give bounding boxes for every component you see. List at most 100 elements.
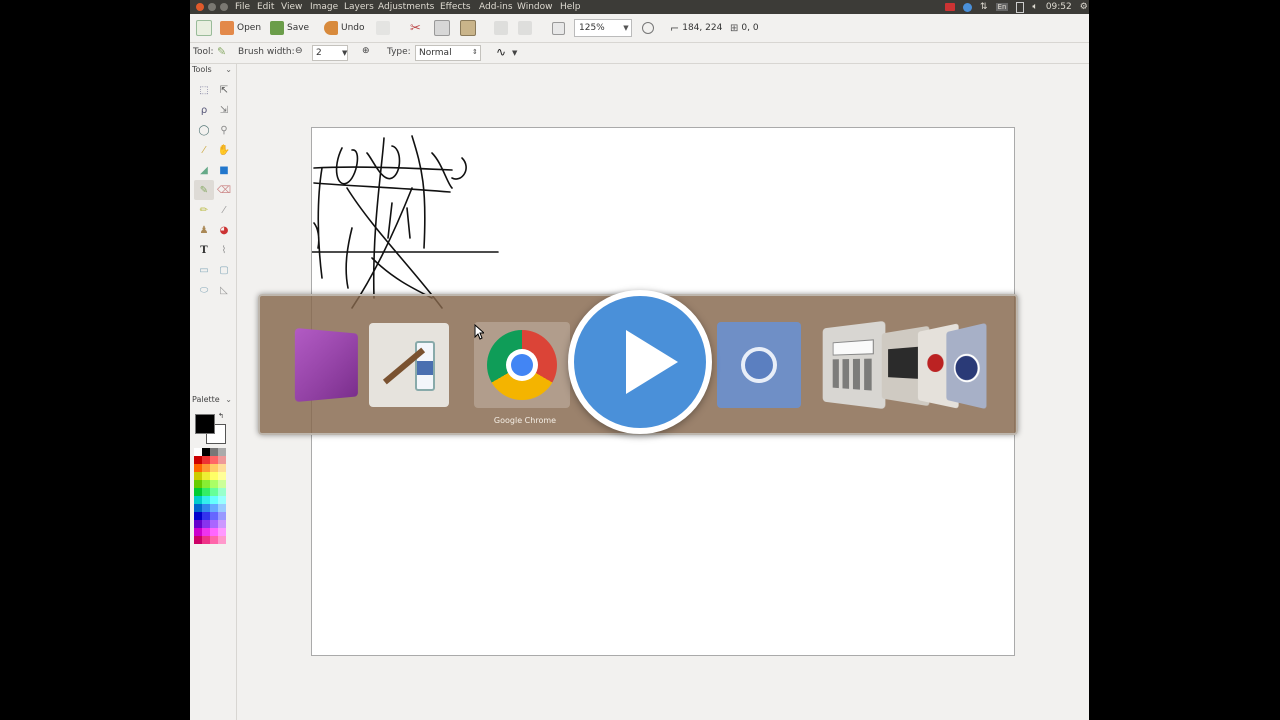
- menu-adjustments[interactable]: Adjustments: [378, 2, 434, 12]
- minimize-window-button[interactable]: [208, 3, 216, 11]
- palette-swatch[interactable]: [210, 472, 218, 480]
- palette-swatch[interactable]: [194, 504, 202, 512]
- brush-type-updown-icon[interactable]: ⇕: [472, 48, 478, 56]
- paintbrush-tool-icon[interactable]: ✎: [217, 45, 226, 58]
- palette-swatch[interactable]: [210, 480, 218, 488]
- color-palette[interactable]: [194, 448, 226, 544]
- palette-swatch[interactable]: [202, 488, 210, 496]
- palette-swatch[interactable]: [202, 464, 210, 472]
- palette-swatch[interactable]: [210, 520, 218, 528]
- palette-swatch[interactable]: [194, 488, 202, 496]
- menu-help[interactable]: Help: [560, 2, 581, 12]
- palette-swatch[interactable]: [202, 504, 210, 512]
- camera-icon[interactable]: [945, 3, 955, 11]
- palette-swatch[interactable]: [194, 448, 202, 456]
- palette-swatch[interactable]: [210, 512, 218, 520]
- palette-swatch[interactable]: [202, 456, 210, 464]
- palette-swatch[interactable]: [218, 520, 226, 528]
- clone-stamp-icon[interactable]: ♟: [194, 220, 214, 240]
- menu-edit[interactable]: Edit: [257, 2, 274, 12]
- palette-swatch[interactable]: [202, 448, 210, 456]
- palette-swatch[interactable]: [210, 456, 218, 464]
- palette-swatch[interactable]: [194, 480, 202, 488]
- palette-swatch[interactable]: [194, 496, 202, 504]
- gradient-icon[interactable]: ■: [214, 160, 234, 180]
- palette-swatch[interactable]: [202, 512, 210, 520]
- rectangle-shape-icon[interactable]: ▭: [194, 260, 214, 280]
- tools-panel-chevron-icon[interactable]: ⌄: [225, 65, 232, 74]
- line-curve-icon[interactable]: ⌇: [214, 240, 234, 260]
- primary-color-swatch[interactable]: [195, 414, 215, 434]
- palette-swatch[interactable]: [210, 528, 218, 536]
- ellipse-shape-icon[interactable]: ⬭: [194, 280, 214, 300]
- paintbrush-icon[interactable]: ✎: [194, 180, 214, 200]
- magic-wand-icon[interactable]: ⁄: [194, 140, 214, 160]
- palette-swatch[interactable]: [194, 520, 202, 528]
- color-picker-icon[interactable]: ⁄: [214, 200, 234, 220]
- palette-swatch[interactable]: [210, 464, 218, 472]
- battery-icon[interactable]: [1016, 1, 1025, 13]
- rounded-rectangle-icon[interactable]: ▢: [214, 260, 234, 280]
- image-list-button[interactable]: [552, 20, 565, 36]
- palette-swatch[interactable]: [218, 472, 226, 480]
- palette-swatch[interactable]: [210, 448, 218, 456]
- decrease-width-icon[interactable]: ⊖: [295, 46, 303, 56]
- palette-swatch[interactable]: [202, 520, 210, 528]
- antialiasing-chevron-down-icon[interactable]: ▼: [512, 49, 517, 57]
- maximize-window-button[interactable]: [220, 3, 228, 11]
- switcher-app-paint[interactable]: [366, 322, 452, 408]
- chrome-tray-icon[interactable]: [963, 2, 972, 12]
- palette-swatch[interactable]: [218, 504, 226, 512]
- eraser-icon[interactable]: ⌫: [214, 180, 234, 200]
- palette-swatch[interactable]: [202, 496, 210, 504]
- menu-image[interactable]: Image: [310, 2, 338, 12]
- brush-width-chevron-down-icon[interactable]: ▼: [342, 49, 347, 57]
- text-tool-icon[interactable]: T: [194, 240, 214, 260]
- rectangle-select-icon[interactable]: ⬚: [194, 80, 214, 100]
- palette-swatch[interactable]: [218, 488, 226, 496]
- move-selection-icon[interactable]: ⇲: [214, 100, 234, 120]
- palette-swatch[interactable]: [194, 464, 202, 472]
- clock[interactable]: 09:52: [1046, 2, 1072, 12]
- palette-swatch[interactable]: [218, 464, 226, 472]
- recolor-icon[interactable]: ◕: [214, 220, 234, 240]
- pan-hand-icon[interactable]: ✋: [214, 140, 234, 160]
- move-selected-icon[interactable]: ⇱: [214, 80, 234, 100]
- new-image-button[interactable]: [196, 20, 212, 36]
- cut-button[interactable]: ✂: [410, 20, 421, 36]
- switcher-app-purple[interactable]: [286, 322, 372, 408]
- palette-swatch[interactable]: [218, 456, 226, 464]
- volume-icon[interactable]: 🔈︎: [1032, 2, 1037, 12]
- palette-swatch[interactable]: [194, 528, 202, 536]
- switcher-app-google-chrome[interactable]: [474, 322, 570, 408]
- palette-swatch[interactable]: [210, 496, 218, 504]
- switcher-app-stack[interactable]: [874, 322, 994, 410]
- palette-swatch[interactable]: [210, 504, 218, 512]
- pencil-icon[interactable]: ✏: [194, 200, 214, 220]
- palette-swatch[interactable]: [202, 472, 210, 480]
- open-button[interactable]: Open: [220, 20, 261, 36]
- palette-swatch[interactable]: [194, 512, 202, 520]
- palette-swatch[interactable]: [194, 536, 202, 544]
- undo-button[interactable]: Undo: [324, 20, 365, 36]
- video-play-button[interactable]: [568, 290, 712, 434]
- menu-effects[interactable]: Effects: [440, 2, 471, 12]
- palette-panel-chevron-icon[interactable]: ⌄: [225, 395, 232, 404]
- redo-button[interactable]: [376, 20, 390, 36]
- freeform-shape-icon[interactable]: ◺: [214, 280, 234, 300]
- keyboard-layout-indicator[interactable]: En: [995, 3, 1009, 11]
- palette-swatch[interactable]: [202, 528, 210, 536]
- settings-gear-icon[interactable]: ⚙: [1080, 2, 1088, 12]
- save-button[interactable]: Save: [270, 20, 309, 36]
- paste-button[interactable]: [460, 20, 476, 36]
- palette-swatch[interactable]: [218, 528, 226, 536]
- palette-swatch[interactable]: [218, 448, 226, 456]
- menu-view[interactable]: View: [281, 2, 302, 12]
- copy-button[interactable]: [434, 20, 450, 36]
- palette-swatch[interactable]: [210, 488, 218, 496]
- palette-swatch[interactable]: [218, 536, 226, 544]
- deselect-button[interactable]: [518, 20, 532, 36]
- palette-swatch[interactable]: [202, 536, 210, 544]
- crop-button[interactable]: [494, 20, 508, 36]
- palette-swatch[interactable]: [218, 512, 226, 520]
